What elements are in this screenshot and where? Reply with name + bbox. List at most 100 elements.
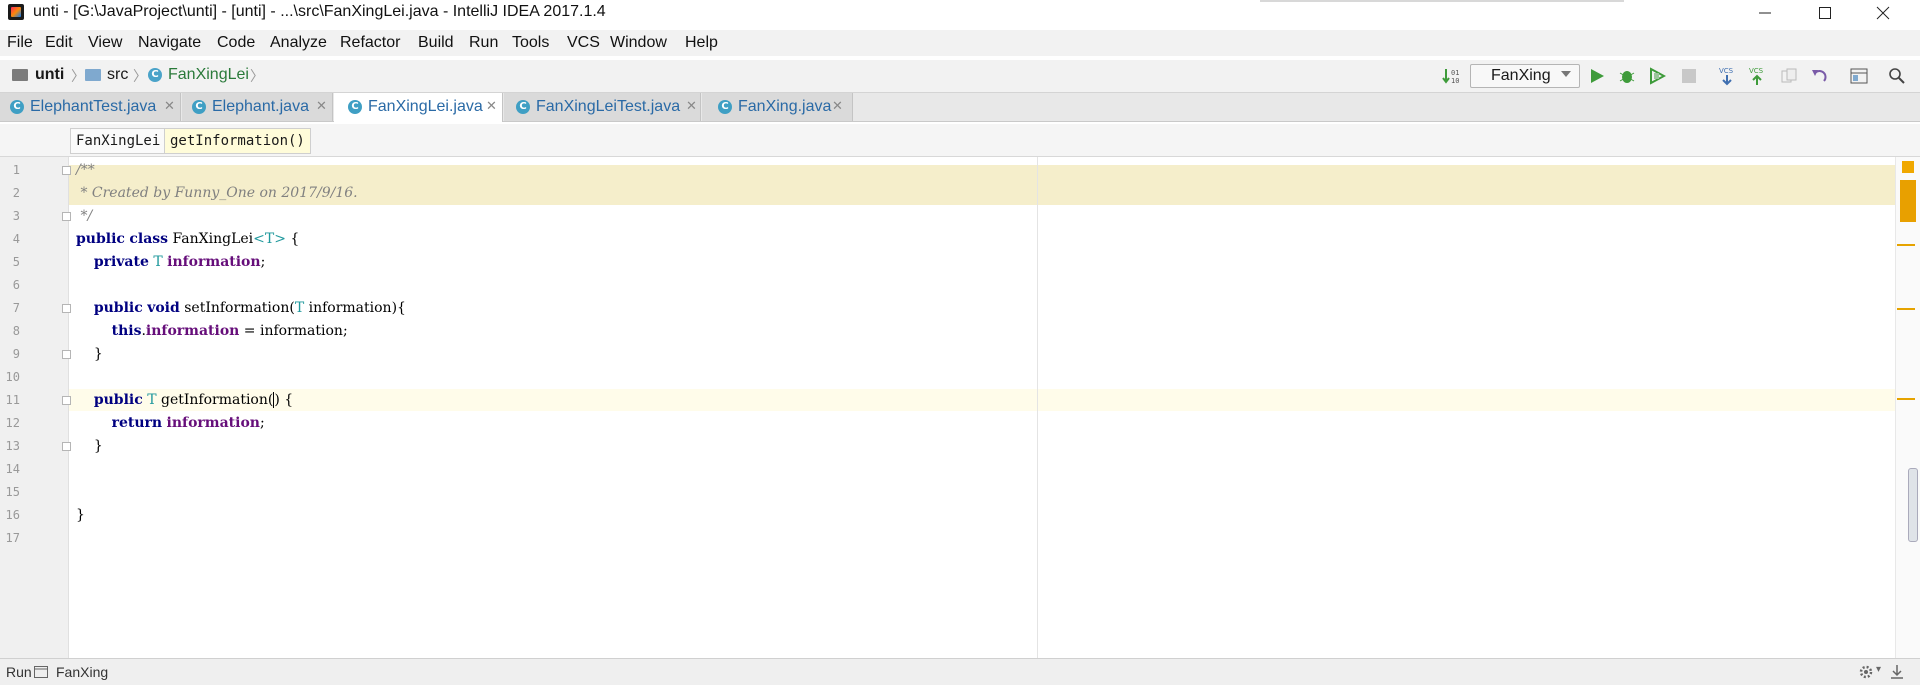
- keyword-private: private: [93, 254, 149, 270]
- warning-marker[interactable]: [1897, 398, 1915, 400]
- code-line-2: * Created by Funny_One on 2017/9/16.: [76, 182, 357, 204]
- nav-project[interactable]: unti: [35, 66, 64, 84]
- project-structure-button[interactable]: [1848, 66, 1870, 86]
- minimize-button[interactable]: [1742, 0, 1788, 26]
- revert-button[interactable]: [1808, 66, 1830, 86]
- keyword-public: public: [93, 392, 143, 408]
- tab-elephant[interactable]: C Elephant.java ✕: [182, 93, 333, 121]
- fold-marker-icon[interactable]: [62, 442, 71, 451]
- tab-label: FanXingLeiTest.java: [536, 98, 681, 115]
- code-line-11: public T getInformation() {: [76, 389, 293, 411]
- tab-fanxinglei[interactable]: C FanXingLei.java ✕: [334, 93, 503, 122]
- close-tab-icon[interactable]: ✕: [316, 99, 327, 114]
- close-tab-icon[interactable]: ✕: [486, 99, 497, 114]
- run-config-status[interactable]: FanXing: [56, 664, 108, 680]
- menu-vcs[interactable]: VCS: [567, 34, 600, 52]
- nav-chevron-icon: 〉: [250, 69, 264, 85]
- search-everywhere-button[interactable]: [1886, 66, 1908, 86]
- brace: }: [93, 346, 103, 362]
- menu-navigate[interactable]: Navigate: [138, 34, 201, 52]
- menu-file[interactable]: File: [7, 34, 33, 52]
- tab-elephanttest[interactable]: C ElephantTest.java ✕: [0, 93, 181, 121]
- maximize-button[interactable]: [1802, 0, 1848, 26]
- class-icon: C: [718, 100, 732, 114]
- scrollbar-handle[interactable]: [1908, 468, 1918, 542]
- line-number: 3: [12, 209, 20, 223]
- keyword-public: public: [76, 231, 125, 247]
- maximize-icon: [1819, 7, 1831, 19]
- project-structure-icon: [1850, 68, 1868, 84]
- warning-status-icon[interactable]: [1902, 161, 1914, 173]
- keyword-this: this: [111, 323, 142, 339]
- line-number: 8: [12, 324, 20, 338]
- src-folder-icon: [85, 69, 101, 81]
- menu-analyze[interactable]: Analyze: [270, 34, 327, 52]
- run-tool-window-button[interactable]: Run: [6, 664, 32, 680]
- nav-src[interactable]: src: [107, 66, 128, 84]
- keyword-public: public: [93, 300, 143, 316]
- brace: {: [285, 231, 300, 247]
- menu-tools[interactable]: Tools: [512, 34, 549, 52]
- nav-class[interactable]: FanXingLei: [168, 66, 249, 84]
- minimize-icon: [1759, 12, 1771, 14]
- fold-marker-icon[interactable]: [62, 166, 71, 175]
- code-line-4: public class FanXingLei<T> {: [76, 228, 299, 250]
- menu-build[interactable]: Build: [418, 34, 454, 52]
- semicolon: ;: [259, 415, 265, 431]
- menu-window[interactable]: Window: [610, 34, 667, 52]
- menu-code[interactable]: Code: [217, 34, 255, 52]
- build-project-icon[interactable]: 01 10: [1440, 66, 1462, 86]
- warning-marker[interactable]: [1897, 244, 1915, 246]
- run-with-coverage-button[interactable]: [1646, 66, 1668, 86]
- menu-help[interactable]: Help: [685, 34, 718, 52]
- crumb-method[interactable]: getInformation(): [164, 128, 311, 154]
- warning-marker[interactable]: [1897, 308, 1915, 310]
- compare-button[interactable]: [1778, 66, 1800, 86]
- close-button[interactable]: [1860, 0, 1906, 26]
- keyword-void: void: [147, 300, 180, 316]
- doc-comment: */: [76, 208, 93, 224]
- line-number: 7: [12, 301, 20, 315]
- keyword-class: class: [129, 231, 169, 247]
- line-number: 15: [5, 485, 20, 499]
- close-tab-icon[interactable]: ✕: [164, 99, 175, 114]
- close-tab-icon[interactable]: ✕: [686, 99, 697, 114]
- right-margin-guide: [1037, 157, 1038, 658]
- title-accent-line: [1260, 0, 1624, 2]
- settings-gear-icon[interactable]: [1858, 664, 1874, 680]
- menu-refactor[interactable]: Refactor: [340, 34, 400, 52]
- brace: }: [93, 438, 103, 454]
- run-button[interactable]: [1586, 66, 1608, 86]
- code-line-3: */: [76, 205, 92, 227]
- stop-button[interactable]: [1678, 66, 1700, 86]
- type-parameter: T: [147, 392, 157, 408]
- menu-view[interactable]: View: [88, 34, 122, 52]
- fold-marker-icon[interactable]: [62, 212, 71, 221]
- keyword-return: return: [111, 415, 163, 431]
- chevron-down-icon[interactable]: ▾: [1876, 664, 1881, 675]
- debug-button[interactable]: [1616, 66, 1638, 86]
- code-line-5: private T information;: [76, 251, 265, 273]
- tab-fanxingleitest[interactable]: C FanXingLeiTest.java ✕: [504, 93, 701, 121]
- crumb-class[interactable]: FanXingLei: [70, 128, 167, 154]
- tab-fanxing[interactable]: C FanXing.java ✕: [702, 93, 853, 121]
- close-tab-icon[interactable]: ✕: [832, 99, 843, 114]
- fold-marker-icon[interactable]: [62, 396, 71, 405]
- vcs-update-button[interactable]: VCS: [1716, 66, 1738, 86]
- vcs-commit-button[interactable]: VCS: [1746, 66, 1768, 86]
- menu-edit[interactable]: Edit: [45, 34, 73, 52]
- line-number: 2: [12, 186, 20, 200]
- menu-bar: File Edit View Navigate Code Analyze Ref…: [0, 30, 1920, 56]
- fold-marker-icon[interactable]: [62, 304, 71, 313]
- brace: }: [76, 507, 85, 523]
- scroll-thumb[interactable]: [1900, 180, 1916, 222]
- run-configuration-select[interactable]: FanXing: [1470, 64, 1580, 88]
- current-line-highlight: [69, 389, 1895, 411]
- menu-run[interactable]: Run: [469, 34, 498, 52]
- nav-chevron-icon: 〉: [133, 69, 147, 85]
- error-stripe[interactable]: [1895, 157, 1920, 658]
- download-icon[interactable]: [1890, 664, 1904, 680]
- tab-label: FanXing.java: [738, 98, 832, 115]
- fold-marker-icon[interactable]: [62, 350, 71, 359]
- debug-icon: [1619, 71, 1635, 83]
